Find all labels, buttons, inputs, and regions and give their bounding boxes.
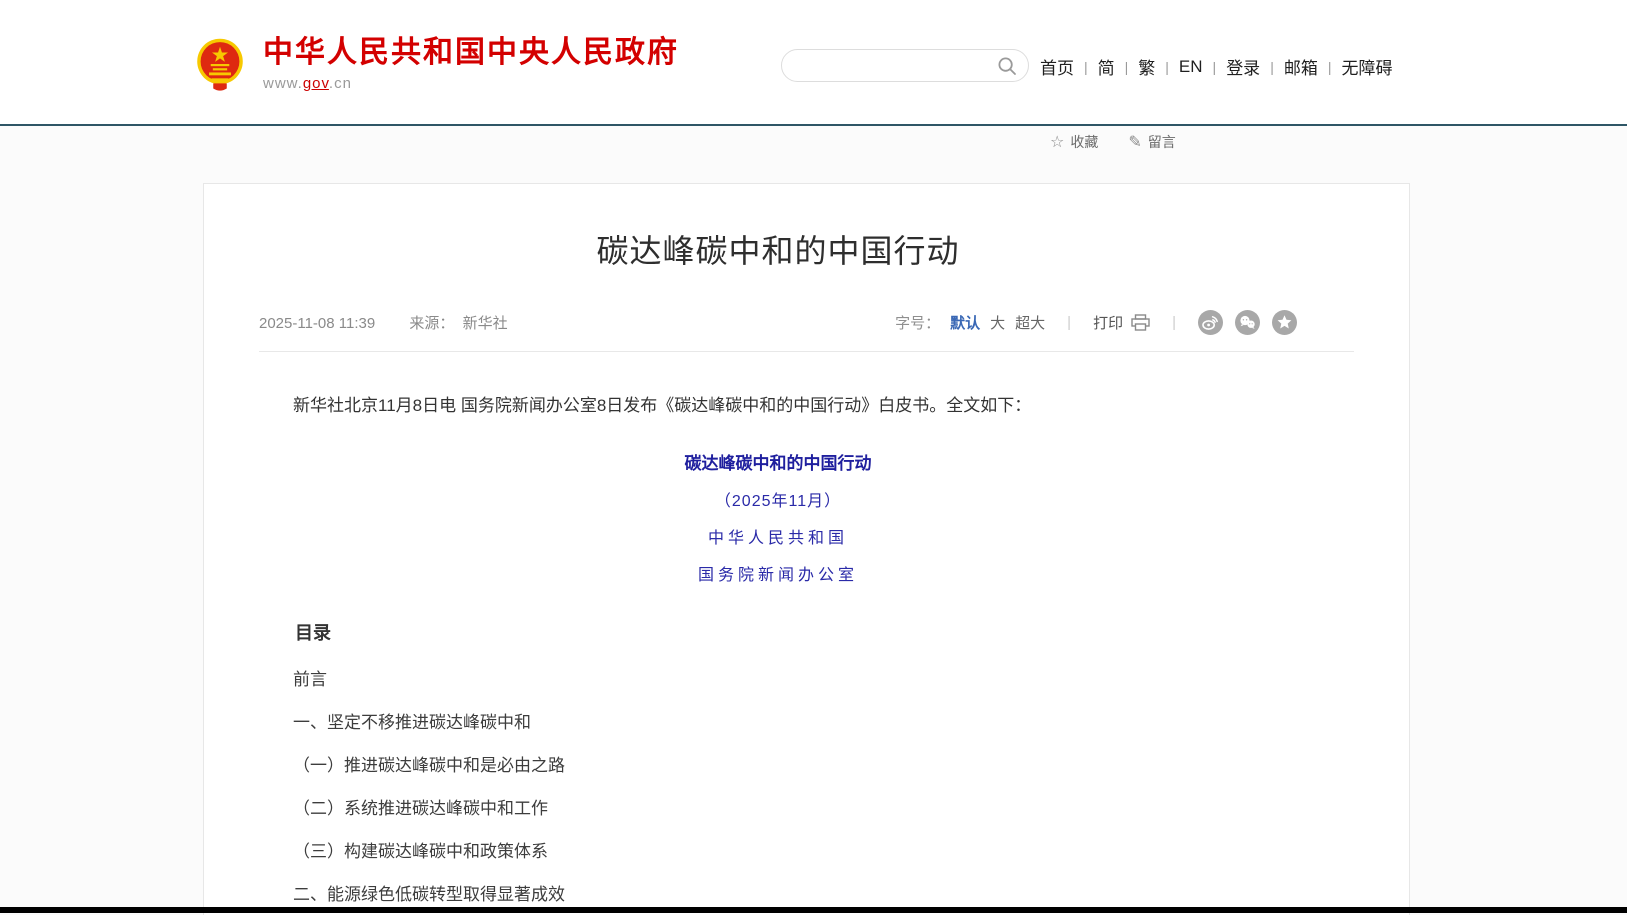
nav-mail[interactable]: 邮箱 xyxy=(1284,54,1318,79)
top-nav: 首页 | 简 | 繁 | EN | 登录 | 邮箱 | 无障碍 xyxy=(1040,54,1392,79)
url-prefix: www. xyxy=(263,75,303,92)
qzone-share-icon[interactable] xyxy=(1272,310,1297,335)
site-text-block: 中华人民共和国中央人民政府 www.gov.cn xyxy=(263,36,679,92)
search-icon[interactable] xyxy=(997,56,1017,76)
nav-login[interactable]: 登录 xyxy=(1226,54,1260,79)
doc-org-line1: 中华人民共和国 xyxy=(259,524,1297,548)
search-box[interactable] xyxy=(781,49,1029,82)
doc-heading-block: 碳达峰碳中和的中国行动 （2025年11月） 中华人民共和国 国务院新闻办公室 xyxy=(259,449,1297,585)
favorite-label: 收藏 xyxy=(1070,132,1098,152)
printer-icon xyxy=(1131,314,1150,331)
toc-item: 二、能源绿色低碳转型取得显著成效 xyxy=(259,886,1297,903)
doc-title: 碳达峰碳中和的中国行动 xyxy=(259,449,1297,474)
nav-divider: | xyxy=(1328,59,1332,75)
share-group xyxy=(1198,310,1297,335)
nav-divider: | xyxy=(1084,59,1088,75)
source-label: 来源： xyxy=(409,315,454,332)
nav-divider: | xyxy=(1125,59,1129,75)
weibo-share-icon[interactable] xyxy=(1198,310,1223,335)
toc-item: （三）构建碳达峰碳中和政策体系 xyxy=(259,843,1297,860)
nav-simplified[interactable]: 简 xyxy=(1098,54,1115,79)
site-header: 中华人民共和国中央人民政府 www.gov.cn 首页 | 简 | 繁 | EN… xyxy=(0,0,1627,124)
doc-date: （2025年11月） xyxy=(259,487,1297,511)
nav-divider: | xyxy=(1165,59,1169,75)
site-url: www.gov.cn xyxy=(263,75,679,92)
toc-heading: 目录 xyxy=(259,619,1297,645)
font-size-label: 字号： xyxy=(895,312,940,333)
tools-divider: | xyxy=(1172,314,1176,331)
font-size-xlarge[interactable]: 超大 xyxy=(1015,312,1045,333)
source-value: 新华社 xyxy=(463,315,508,332)
toc-item: （二）系统推进碳达峰碳中和工作 xyxy=(259,800,1297,817)
nav-home[interactable]: 首页 xyxy=(1040,54,1074,79)
nav-divider: | xyxy=(1270,59,1274,75)
article-meta: 2025-11-08 11:39 来源： 新华社 xyxy=(259,312,508,333)
font-size-default[interactable]: 默认 xyxy=(950,312,980,333)
comment-button[interactable]: ✎ 留言 xyxy=(1128,132,1175,152)
bottom-edge-bar xyxy=(0,907,1627,913)
article-tools: 字号： 默认 大 超大 | 打印 | xyxy=(895,310,1297,335)
nav-english[interactable]: EN xyxy=(1179,57,1203,77)
search-input[interactable] xyxy=(782,50,1028,81)
favorite-button[interactable]: ☆ 收藏 xyxy=(1050,132,1098,152)
url-core: gov xyxy=(303,75,329,92)
tools-divider: | xyxy=(1067,314,1071,331)
font-size-large[interactable]: 大 xyxy=(990,312,1005,333)
print-label: 打印 xyxy=(1093,312,1123,333)
article-meta-row: 2025-11-08 11:39 来源： 新华社 字号： 默认 大 超大 | 打… xyxy=(259,310,1297,335)
site-title: 中华人民共和国中央人民政府 xyxy=(263,36,679,71)
national-emblem-icon xyxy=(193,36,247,92)
page-title: 碳达峰碳中和的中国行动 xyxy=(259,226,1297,272)
site-logo[interactable]: 中华人民共和国中央人民政府 www.gov.cn xyxy=(193,36,679,92)
nav-traditional[interactable]: 繁 xyxy=(1138,54,1155,79)
nav-divider: | xyxy=(1213,59,1217,75)
print-button[interactable]: 打印 xyxy=(1093,312,1150,333)
toc-item: （一）推进碳达峰碳中和是必由之路 xyxy=(259,757,1297,774)
pencil-icon: ✎ xyxy=(1128,132,1141,152)
publish-date: 2025-11-08 11:39 xyxy=(259,315,375,332)
doc-org-line2: 国务院新闻办公室 xyxy=(259,561,1297,585)
nav-accessibility[interactable]: 无障碍 xyxy=(1341,54,1392,79)
article-card: 碳达峰碳中和的中国行动 2025-11-08 11:39 来源： 新华社 字号：… xyxy=(203,183,1410,915)
wechat-share-icon[interactable] xyxy=(1235,310,1260,335)
meta-separator xyxy=(259,351,1354,352)
toc-item: 前言 xyxy=(259,671,1297,688)
toc-item: 一、坚定不移推进碳达峰碳中和 xyxy=(259,714,1297,731)
comment-label: 留言 xyxy=(1148,132,1176,152)
star-icon: ☆ xyxy=(1050,132,1064,152)
url-suffix: .cn xyxy=(329,75,352,92)
page-area: ☆ 收藏 ✎ 留言 碳达峰碳中和的中国行动 2025-11-08 11:39 来… xyxy=(0,126,1627,915)
quick-actions: ☆ 收藏 ✎ 留言 xyxy=(1050,132,1176,152)
article-intro: 新华社北京11月8日电 国务院新闻办公室8日发布《碳达峰碳中和的中国行动》白皮书… xyxy=(259,392,1297,419)
